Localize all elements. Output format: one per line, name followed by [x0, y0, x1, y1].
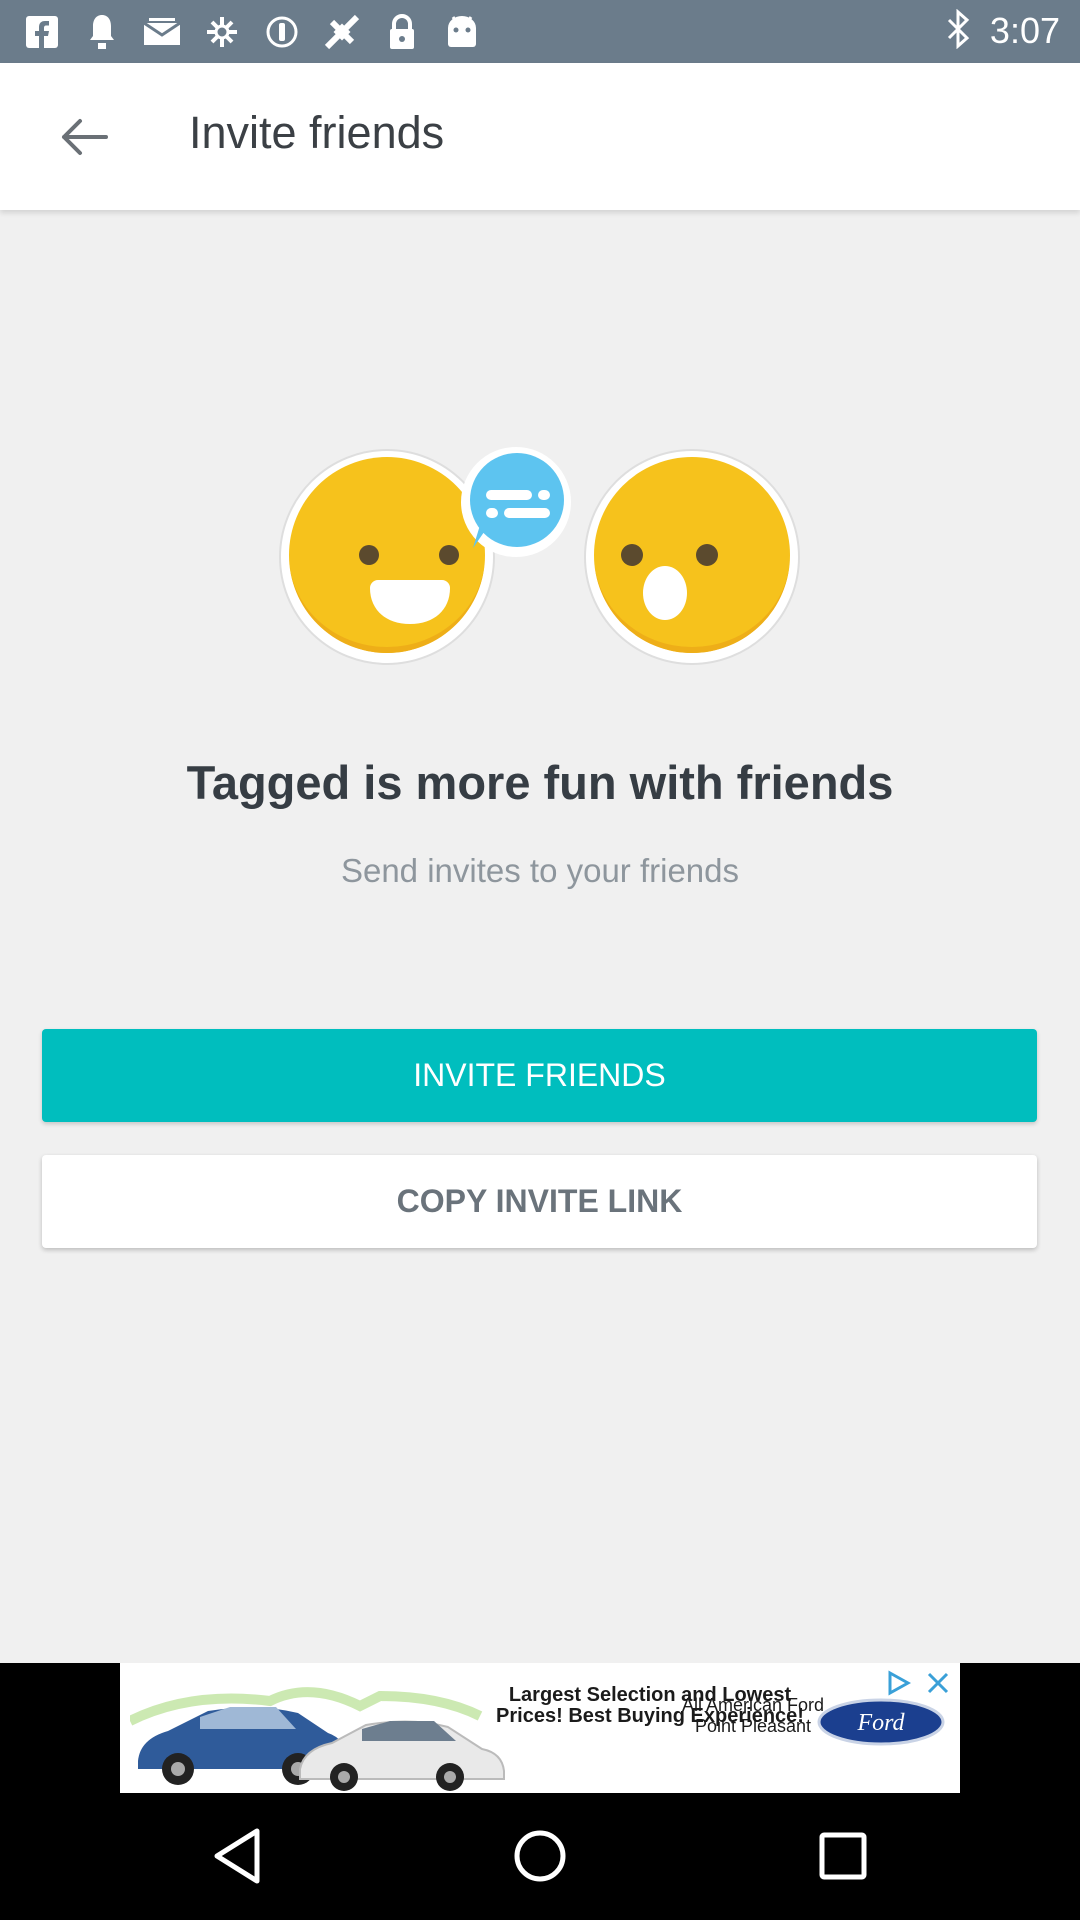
settings-icon	[202, 12, 242, 52]
notification-icon	[82, 12, 122, 52]
back-triangle-icon	[214, 1828, 260, 1884]
bluetooth-icon	[946, 8, 972, 54]
facebook-icon	[22, 12, 62, 52]
nav-back-button[interactable]	[202, 1823, 272, 1889]
ad-info-icon[interactable]	[880, 1665, 916, 1701]
car-image-icon	[130, 1687, 505, 1791]
back-button[interactable]	[52, 109, 114, 165]
invite-friends-button[interactable]: INVITE FRIENDS	[42, 1029, 1037, 1122]
chat-bubble-icon	[461, 447, 571, 557]
android-icon	[442, 12, 482, 52]
app-bar: Invite friends	[0, 63, 1080, 210]
nav-home-button[interactable]	[505, 1823, 575, 1889]
status-left-icons	[22, 10, 482, 54]
copy-invite-link-button[interactable]: COPY INVITE LINK	[42, 1155, 1037, 1248]
surprised-face-icon	[584, 449, 800, 665]
headline: Tagged is more fun with friends	[186, 756, 894, 809]
svg-text:Ford: Ford	[856, 1710, 905, 1736]
happy-face-icon	[279, 449, 495, 665]
home-circle-icon	[514, 1830, 566, 1882]
alert-icon	[262, 12, 302, 52]
status-bar: 3:07	[0, 0, 1080, 63]
satellite-icon	[322, 12, 362, 52]
ad-close-icon[interactable]	[918, 1665, 958, 1701]
nav-recents-button[interactable]	[808, 1823, 878, 1889]
subheadline: Send invites to your friends	[340, 852, 740, 889]
page-title: Invite friends	[189, 107, 445, 158]
navigation-bar	[0, 1793, 1080, 1920]
ad-dealer-name: All American Ford Point Pleasant	[681, 1695, 825, 1736]
ad-container: Largest Selection and Lowest Prices! Bes…	[0, 1663, 1080, 1793]
ad-banner[interactable]: Largest Selection and Lowest Prices! Bes…	[120, 1663, 960, 1793]
status-right: 3:07	[946, 8, 1060, 54]
status-time: 3:07	[989, 10, 1060, 51]
recents-square-icon	[819, 1832, 867, 1880]
lock-icon	[382, 12, 422, 52]
arrow-back-icon	[62, 119, 108, 155]
mail-icon	[142, 12, 182, 52]
friends-illustration	[270, 440, 810, 670]
ford-logo-icon: Ford	[817, 1698, 945, 1746]
